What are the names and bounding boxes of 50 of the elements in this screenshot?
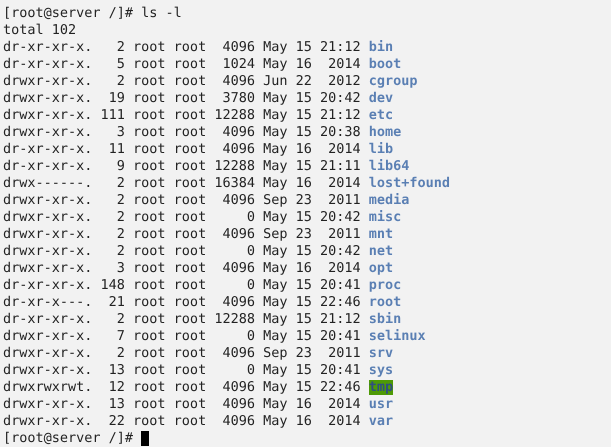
directory-name: lib xyxy=(368,142,394,157)
file-details: drwxr-xr-x. 3 root root 4096 May 15 20:38 xyxy=(3,125,361,140)
file-details: drwxr-xr-x. 22 root root 4096 May 16 2014 xyxy=(3,414,361,429)
directory-name: proc xyxy=(368,278,402,293)
directory-name: etc xyxy=(368,108,394,123)
directory-name: srv xyxy=(368,346,394,361)
directory-name: boot xyxy=(368,57,402,72)
directory-name: home xyxy=(368,125,402,140)
file-details: drwxrwxrwt. 12 root root 4096 May 15 22:46 xyxy=(3,380,361,395)
command-line: [root@server /]# ls -l xyxy=(3,6,182,21)
directory-name: usr xyxy=(368,397,394,412)
directory-name: lib64 xyxy=(368,159,410,174)
directory-name: selinux xyxy=(368,329,426,344)
file-details: drwxr-xr-x. 2 root root 0 May 15 20:42 xyxy=(3,210,361,225)
file-details: dr-xr-xr-x. 2 root root 12288 May 15 21:12 xyxy=(3,312,361,327)
directory-name: net xyxy=(368,244,394,259)
file-details: drwxr-xr-x. 2 root root 4096 Sep 23 2011 xyxy=(3,346,361,361)
file-details: drwxr-xr-x. 111 root root 12288 May 15 21:12 xyxy=(3,108,361,123)
file-details: dr-xr-xr-x. 9 root root 12288 May 15 21:11 xyxy=(3,159,361,174)
file-details: drwxr-xr-x. 13 root root 0 May 15 20:41 xyxy=(3,363,361,378)
file-details: drwxr-xr-x. 3 root root 4096 May 16 2014 xyxy=(3,261,361,276)
directory-name: bin xyxy=(368,40,394,55)
file-details: drwx------. 2 root root 16384 May 16 2014 xyxy=(3,176,361,191)
directory-name: cgroup xyxy=(368,74,418,89)
directory-name: mnt xyxy=(368,227,394,242)
file-details: dr-xr-xr-x. 148 root root 0 May 15 20:41 xyxy=(3,278,361,293)
file-details: dr-xr-xr-x. 11 root root 4096 May 16 2014 xyxy=(3,142,361,157)
shell-prompt: [root@server /]# xyxy=(3,431,134,446)
file-details: drwxr-xr-x. 2 root root 4096 Sep 23 2011 xyxy=(3,193,361,208)
file-details: dr-xr-xr-x. 5 root root 1024 May 16 2014 xyxy=(3,57,361,72)
directory-name: misc xyxy=(368,210,402,225)
file-details: dr-xr-xr-x. 2 root root 4096 May 15 21:12 xyxy=(3,40,361,55)
directory-name: media xyxy=(368,193,410,208)
directory-name: tmp xyxy=(368,380,394,395)
file-details: drwxr-xr-x. 19 root root 3780 May 15 20:42 xyxy=(3,91,361,106)
file-details: drwxr-xr-x. 13 root root 4096 May 16 2014 xyxy=(3,397,361,412)
directory-name: opt xyxy=(368,261,394,276)
file-details: drwxr-xr-x. 2 root root 0 May 15 20:42 xyxy=(3,244,361,259)
file-details: drwxr-xr-x. 2 root root 4096 Jun 22 2012 xyxy=(3,74,361,89)
directory-name: sbin xyxy=(368,312,402,327)
total-line: total 102 xyxy=(3,23,76,38)
directory-name: sys xyxy=(368,363,394,378)
directory-name: var xyxy=(368,414,394,429)
directory-name: lost+found xyxy=(368,176,450,191)
cursor-icon xyxy=(141,431,150,446)
file-details: drwxr-xr-x. 2 root root 4096 Sep 23 2011 xyxy=(3,227,361,242)
file-details: dr-xr-x---. 21 root root 4096 May 15 22:46 xyxy=(3,295,361,310)
directory-name: root xyxy=(368,295,402,310)
file-details: drwxr-xr-x. 7 root root 0 May 15 20:41 xyxy=(3,329,361,344)
directory-name: dev xyxy=(368,91,394,106)
